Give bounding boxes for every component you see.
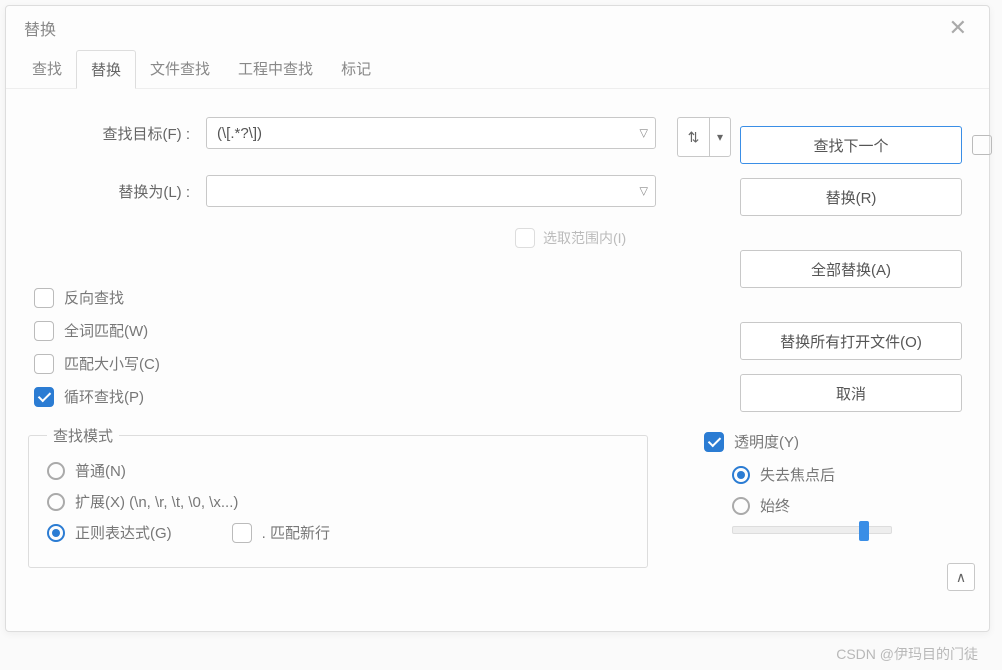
- replace-dialog: 替换 ✕ 查找 替换 文件查找 工程中查找 标记 查找目标(F) : ▽ ⇅ ▾: [5, 5, 990, 632]
- collapse-button[interactable]: ∧: [947, 563, 975, 591]
- trans-onlosefocus-label: 失去焦点后: [760, 464, 835, 485]
- replace-with-combo[interactable]: ▽: [206, 175, 656, 207]
- tab-find-in-files[interactable]: 文件查找: [136, 50, 224, 88]
- backward-checkbox[interactable]: [34, 288, 54, 308]
- trans-always[interactable]: 始终: [732, 495, 790, 516]
- search-mode-legend: 查找模式: [47, 425, 119, 446]
- tab-mark[interactable]: 标记: [327, 50, 385, 88]
- slider-thumb[interactable]: [859, 521, 869, 541]
- cancel-button[interactable]: 取消: [740, 374, 962, 412]
- replace-with-label: 替换为(L) :: [28, 181, 198, 202]
- radio-normal[interactable]: [47, 462, 65, 480]
- chevron-up-icon: ∧: [956, 569, 966, 586]
- trans-onlosefocus[interactable]: 失去焦点后: [732, 464, 835, 485]
- replace-all-button[interactable]: 全部替换(A): [740, 250, 962, 288]
- transparency-slider[interactable]: [732, 526, 892, 534]
- tab-replace[interactable]: 替换: [76, 50, 136, 89]
- mode-extended[interactable]: 扩展(X) (\n, \r, \t, \0, \x...): [47, 491, 238, 512]
- chevron-down-icon[interactable]: ▽: [640, 185, 648, 198]
- chevron-down-icon: ▾: [717, 130, 723, 144]
- swap-icon: ⇅: [688, 129, 700, 146]
- transparency-option[interactable]: 透明度(Y): [704, 431, 963, 452]
- transparency-box: 透明度(Y) 失去焦点后 始终: [668, 425, 967, 568]
- in-selection-option: 选取范围内(I): [506, 221, 656, 255]
- trans-always-label: 始终: [760, 495, 790, 516]
- transparency-label: 透明度(Y): [734, 431, 799, 452]
- wrap-label: 循环查找(P): [64, 386, 144, 407]
- dot-newline-label: . 匹配新行: [262, 522, 330, 543]
- swap-dropdown[interactable]: ▾: [709, 117, 731, 157]
- tab-find-in-project[interactable]: 工程中查找: [224, 50, 327, 88]
- wholeword-checkbox[interactable]: [34, 321, 54, 341]
- find-what-label: 查找目标(F) :: [28, 123, 198, 144]
- radio-extended[interactable]: [47, 493, 65, 511]
- matchcase-label: 匹配大小写(C): [64, 353, 160, 374]
- chevron-down-icon[interactable]: ▽: [640, 127, 648, 140]
- radio-onlosefocus[interactable]: [732, 466, 750, 484]
- transparency-checkbox[interactable]: [704, 432, 724, 452]
- replace-all-open-button[interactable]: 替换所有打开文件(O): [740, 322, 962, 360]
- matchcase-checkbox[interactable]: [34, 354, 54, 374]
- replace-with-input[interactable]: [206, 175, 656, 207]
- in-selection-label: 选取范围内(I): [543, 228, 626, 248]
- mode-normal-label: 普通(N): [75, 460, 126, 481]
- mode-extended-label: 扩展(X) (\n, \r, \t, \0, \x...): [75, 491, 238, 512]
- find-next-extra-checkbox[interactable]: [972, 135, 992, 155]
- radio-always[interactable]: [732, 497, 750, 515]
- watermark-text: CSDN @伊玛目的门徒: [836, 644, 978, 664]
- close-icon[interactable]: ✕: [945, 15, 971, 41]
- button-column: 查找下一个 替换(R) 全部替换(A) 替换所有打开文件(O) 取消: [740, 126, 992, 412]
- find-what-combo[interactable]: ▽: [206, 117, 656, 149]
- replace-button[interactable]: 替换(R): [740, 178, 962, 216]
- mode-regex[interactable]: 正则表达式(G): [47, 522, 172, 543]
- wholeword-label: 全词匹配(W): [64, 320, 148, 341]
- backward-label: 反向查找: [64, 287, 124, 308]
- mode-normal[interactable]: 普通(N): [47, 460, 126, 481]
- find-next-button[interactable]: 查找下一个: [740, 126, 962, 164]
- dot-newline-option[interactable]: . 匹配新行: [232, 522, 330, 543]
- dialog-title: 替换: [24, 16, 56, 40]
- titlebar: 替换 ✕: [6, 6, 989, 50]
- tab-find[interactable]: 查找: [18, 50, 76, 88]
- swap-button[interactable]: ⇅: [677, 117, 709, 157]
- radio-regex[interactable]: [47, 524, 65, 542]
- mode-regex-label: 正则表达式(G): [75, 522, 172, 543]
- find-what-input[interactable]: [206, 117, 656, 149]
- dot-newline-checkbox[interactable]: [232, 523, 252, 543]
- wrap-checkbox[interactable]: [34, 387, 54, 407]
- tab-bar: 查找 替换 文件查找 工程中查找 标记: [6, 50, 989, 89]
- search-mode-fieldset: 查找模式 普通(N) 扩展(X) (\n, \r, \t, \0, \x...): [28, 425, 648, 568]
- in-selection-checkbox: [515, 228, 535, 248]
